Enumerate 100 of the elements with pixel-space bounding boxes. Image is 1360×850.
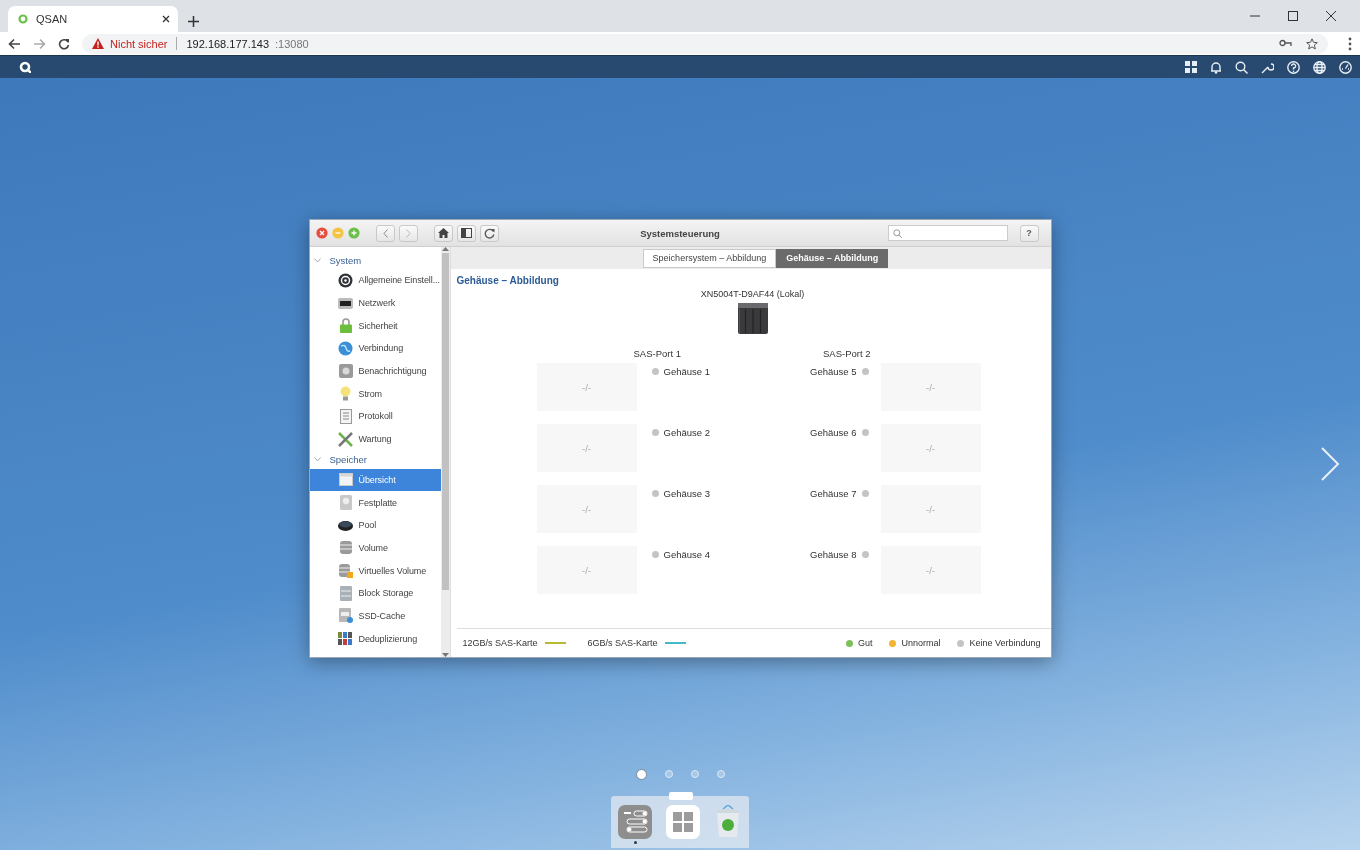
search-icon: [892, 228, 902, 238]
sidebar-item[interactable]: Netzwerk: [309, 291, 441, 315]
sidebar-item[interactable]: Festplatte: [309, 491, 441, 514]
empty-enclosure-slot: -/-: [880, 485, 981, 533]
app-logo-icon[interactable]: [19, 61, 31, 73]
empty-enclosure-slot: -/-: [880, 424, 981, 472]
ssd-icon: [338, 608, 353, 624]
empty-enclosure-slot: -/-: [880, 546, 981, 594]
sidebar-item[interactable]: Block Storage: [309, 581, 441, 605]
tab[interactable]: Gehäuse – Abbildung: [776, 248, 889, 268]
refresh-icon: [483, 227, 495, 239]
star-icon[interactable]: [1306, 37, 1318, 50]
chevron-down-icon: [313, 457, 321, 462]
close-icon: [315, 227, 328, 239]
port-label: SAS-Port 1: [633, 348, 682, 359]
sidebar-item[interactable]: Volume: [309, 536, 441, 560]
group-title: Speicher: [329, 454, 367, 465]
enclosure-label: Gehäuse 7: [810, 488, 857, 499]
plus-icon: [347, 227, 360, 239]
sidebar-item[interactable]: Pool: [309, 513, 441, 537]
menu-icon[interactable]: [1348, 36, 1352, 51]
sidebar-item[interactable]: Allgemeine Einstell...: [309, 269, 441, 292]
enclosure-label: Gehäuse 4: [663, 549, 710, 560]
document-icon: [339, 408, 352, 424]
empty-enclosure-slot: -/-: [536, 546, 637, 594]
nas-device-icon: [737, 303, 768, 334]
scrollbar[interactable]: [440, 247, 451, 657]
home-icon: [437, 228, 449, 238]
sidebar-item[interactable]: Deduplizierung: [309, 627, 441, 650]
toggle-switches-icon[interactable]: [618, 805, 652, 839]
group-title: System: [329, 254, 362, 266]
sidebar-item[interactable]: Wartung: [309, 427, 441, 451]
database-icon: [338, 563, 353, 579]
back-icon[interactable]: [8, 37, 21, 50]
group-header[interactable]: Speicher: [309, 450, 441, 469]
reload-icon[interactable]: [58, 37, 70, 50]
group-header[interactable]: System: [309, 251, 441, 269]
url-host: 192.168.177.143: [186, 37, 270, 50]
security-label: Nicht sicher: [110, 37, 168, 50]
legend-label: 12GB/s SAS-Karte: [462, 638, 538, 648]
enclosure-label: Gehäuse 3: [663, 488, 710, 499]
empty-enclosure-slot: -/-: [536, 363, 637, 411]
help-button[interactable]: ?: [1019, 224, 1039, 242]
enclosure-label: Gehäuse 6: [810, 427, 857, 438]
lightbulb-icon: [340, 385, 351, 402]
empty-enclosure-slot: -/-: [880, 363, 981, 411]
server-icon: [339, 585, 352, 601]
device-name: XN5004T-D9AF44 (Lokal): [700, 289, 805, 299]
home-button[interactable]: [433, 224, 453, 242]
grid-icon: [337, 632, 354, 646]
chevron-down-icon: [313, 257, 321, 263]
address-field[interactable]: Nicht sicher 192.168.177.143 :13080: [82, 33, 1328, 54]
dock-handle[interactable]: [669, 791, 693, 800]
sidebar-toggle-button[interactable]: [456, 224, 476, 242]
enclosure-label: Gehäuse 8: [810, 549, 857, 560]
window-title: Systemsteuerung: [640, 227, 720, 239]
section-heading: Gehäuse – Abbildung: [456, 275, 559, 286]
scroll-down-icon: [441, 653, 449, 657]
sidebar-item[interactable]: Sicherheit: [309, 314, 441, 338]
enclosure-label: Gehäuse 2: [663, 427, 710, 438]
gauge-icon[interactable]: [1339, 60, 1352, 74]
grid-icon[interactable]: [1185, 61, 1197, 73]
sidebar-item[interactable]: Virtuelles Volume: [309, 559, 441, 582]
chevron-right-icon[interactable]: [1320, 446, 1340, 482]
enclosure-label: Gehäuse 5: [810, 366, 857, 377]
page-dot[interactable]: [635, 768, 647, 780]
new-tab-icon[interactable]: [188, 16, 199, 27]
key-icon[interactable]: [1279, 37, 1292, 48]
padlock-icon: [339, 318, 352, 334]
search-field[interactable]: [887, 225, 1008, 241]
maximize-icon[interactable]: [1288, 11, 1298, 21]
chevron-right-icon: [405, 228, 411, 238]
search-icon[interactable]: [1235, 60, 1248, 74]
sidebar-item[interactable]: SSD-Cache: [309, 604, 441, 628]
disc-icon: [338, 519, 353, 531]
help-icon[interactable]: [1287, 60, 1300, 74]
favicon-icon: [18, 14, 28, 24]
legend-label: Keine Verbindung: [969, 638, 1041, 648]
sidebar-item[interactable]: Protokoll: [309, 405, 441, 428]
url-port: :13080: [275, 37, 309, 50]
empty-enclosure-slot: -/-: [536, 424, 637, 472]
enclosure-label: Gehäuse 1: [663, 366, 710, 377]
legend-label: Gut: [857, 638, 873, 648]
globe-icon[interactable]: [1313, 60, 1326, 74]
tab[interactable]: Speichersystem – Abbildung: [642, 248, 777, 268]
bell-icon[interactable]: [1210, 60, 1222, 74]
sidebar-item[interactable]: Strom: [309, 382, 441, 406]
legend-label: 6GB/s SAS-Karte: [587, 638, 658, 648]
browser-tab[interactable]: QSAN: [8, 6, 178, 32]
warning-icon: [92, 38, 104, 49]
sidebar-item[interactable]: Verbindung: [309, 337, 441, 360]
sidebar-item[interactable]: Übersicht: [309, 468, 441, 492]
port-label: SAS-Port 2: [822, 348, 871, 359]
refresh-button[interactable]: [479, 224, 499, 242]
empty-enclosure-slot: -/-: [536, 485, 637, 533]
window-icon: [338, 473, 353, 487]
close-icon[interactable]: [162, 15, 170, 23]
sidebar-item[interactable]: Benachrichtigung: [309, 359, 441, 383]
close-window-button[interactable]: [315, 227, 328, 239]
close-icon[interactable]: [1326, 11, 1336, 21]
